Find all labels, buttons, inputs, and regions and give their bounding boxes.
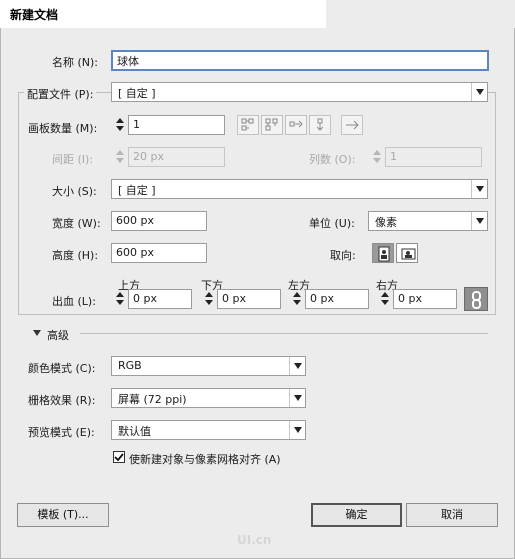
- orientation-label: 取向:: [330, 249, 356, 262]
- chevron-down-icon: [471, 83, 487, 101]
- artboard-count-stepper[interactable]: [113, 116, 127, 134]
- artboard-count-input[interactable]: 1: [128, 115, 225, 135]
- bleed-right-stepper[interactable]: [378, 290, 392, 308]
- raster-effects-select[interactable]: 屏幕 (72 ppi): [111, 388, 306, 408]
- spacing-input[interactable]: 20 px: [128, 147, 225, 167]
- arrange-column-icon: [316, 118, 324, 131]
- columns-label: 列数 (O):: [309, 153, 356, 166]
- bleed-label: 出血 (L):: [52, 295, 96, 308]
- layout-direction-button[interactable]: [341, 115, 363, 135]
- columns-stepper[interactable]: [370, 148, 384, 166]
- units-select[interactable]: 像素: [368, 211, 488, 231]
- grid-by-column-icon: [265, 118, 278, 131]
- bleed-bottom-input[interactable]: 0 px: [217, 289, 281, 309]
- color-mode-select[interactable]: RGB: [111, 356, 306, 376]
- size-select-value: [ 自定 ]: [118, 184, 156, 197]
- units-select-value: 像素: [375, 216, 397, 229]
- arrange-by-row-button[interactable]: [285, 115, 307, 135]
- spacing-stepper[interactable]: [113, 148, 127, 166]
- grid-by-row-button[interactable]: [237, 115, 259, 135]
- chevron-down-icon: [471, 180, 487, 198]
- landscape-button[interactable]: [396, 243, 418, 263]
- size-label: 大小 (S):: [52, 185, 97, 198]
- chevron-down-icon: [471, 212, 487, 230]
- collapse-arrow-icon[interactable]: [33, 330, 41, 336]
- profile-select-value: [ 自定 ]: [118, 87, 156, 100]
- bleed-left-input[interactable]: 0 px: [305, 289, 369, 309]
- bleed-top-input[interactable]: 0 px: [128, 289, 192, 309]
- raster-effects-value: 屏幕 (72 ppi): [118, 393, 187, 406]
- profile-label: 配置文件 (P):: [24, 86, 97, 102]
- width-label: 宽度 (W):: [52, 217, 101, 230]
- portrait-button[interactable]: [372, 243, 394, 263]
- name-input[interactable]: 球体: [111, 50, 489, 71]
- grid-by-column-button[interactable]: [261, 115, 283, 135]
- columns-input[interactable]: 1: [385, 147, 482, 167]
- chevron-down-icon: [289, 389, 305, 407]
- units-label: 单位 (U):: [309, 217, 355, 230]
- raster-effects-label: 栅格效果 (R):: [28, 394, 96, 407]
- height-input[interactable]: 600 px: [111, 243, 207, 263]
- chain-link-icon: [472, 291, 481, 309]
- checkmark-icon: [114, 453, 124, 462]
- arrange-row-icon: [289, 120, 303, 128]
- chevron-down-icon: [289, 421, 305, 439]
- window-title: 新建文档: [10, 8, 59, 22]
- color-mode-label: 颜色模式 (C):: [28, 362, 96, 375]
- landscape-icon: [401, 248, 416, 260]
- templates-button[interactable]: 模板 (T)...: [17, 503, 109, 527]
- bleed-right-input[interactable]: 0 px: [393, 289, 457, 309]
- align-pixel-grid-checkbox[interactable]: [113, 451, 125, 463]
- bleed-left-stepper[interactable]: [290, 290, 304, 308]
- link-bleed-button[interactable]: [464, 287, 488, 311]
- grid-by-row-icon: [241, 118, 254, 131]
- ok-button[interactable]: 确定: [311, 503, 402, 527]
- artboard-count-label: 画板数量 (M):: [28, 122, 98, 135]
- spacing-label: 间距 (I):: [52, 153, 94, 166]
- profile-select[interactable]: [ 自定 ]: [111, 82, 488, 102]
- height-label: 高度 (H):: [52, 249, 99, 262]
- arrow-right-icon: [346, 120, 359, 130]
- align-pixel-grid-label[interactable]: 使新建对象与像素网格对齐 (A): [129, 451, 281, 467]
- chevron-down-icon: [289, 357, 305, 375]
- section-divider: [80, 333, 488, 334]
- watermark: UI.cn: [237, 533, 272, 547]
- width-input[interactable]: 600 px: [111, 211, 207, 231]
- preview-mode-value: 默认值: [118, 425, 151, 438]
- preview-mode-select[interactable]: 默认值: [111, 420, 306, 440]
- arrange-by-column-button[interactable]: [309, 115, 331, 135]
- advanced-title[interactable]: 高级: [47, 327, 69, 343]
- bleed-bottom-stepper[interactable]: [202, 290, 216, 308]
- color-mode-value: RGB: [118, 359, 142, 372]
- title-bar: [0, 0, 515, 28]
- bleed-top-stepper[interactable]: [113, 290, 127, 308]
- portrait-icon: [378, 246, 390, 262]
- size-select[interactable]: [ 自定 ]: [111, 179, 488, 199]
- preview-mode-label: 预览模式 (E):: [28, 426, 95, 439]
- name-label: 名称 (N):: [52, 56, 99, 69]
- cancel-button[interactable]: 取消: [406, 503, 498, 527]
